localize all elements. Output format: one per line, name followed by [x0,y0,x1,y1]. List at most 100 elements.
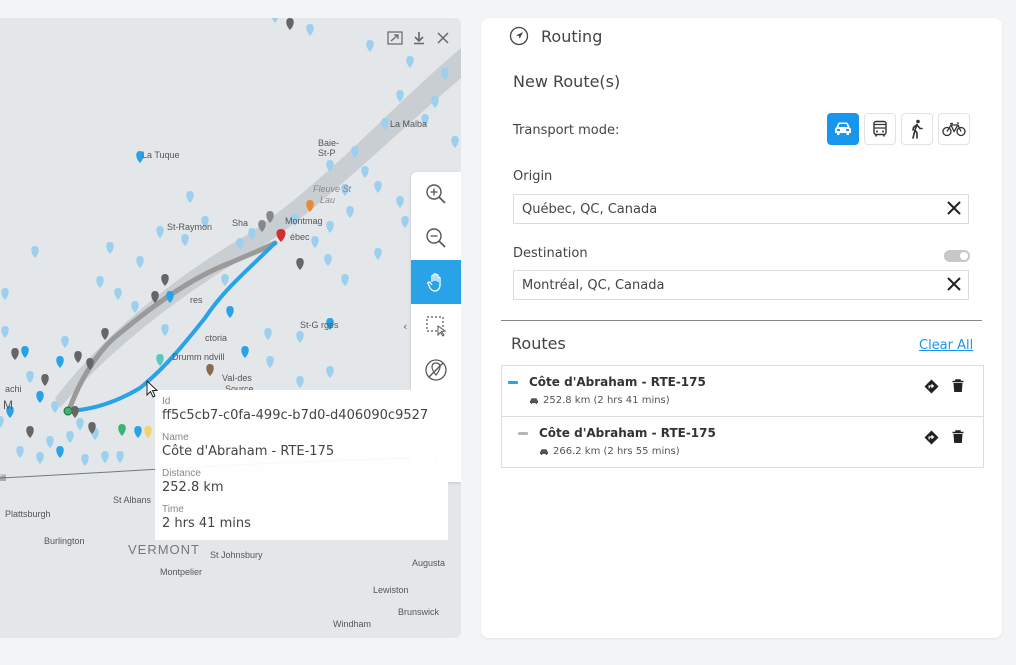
map-pin[interactable] [406,56,414,68]
map-pin[interactable] [326,221,334,233]
route-delete-button[interactable] [950,378,966,394]
map-pin[interactable] [74,351,82,363]
map-pin[interactable] [296,331,304,343]
origin-field[interactable]: Québec, QC, Canada [513,194,969,224]
map-pin[interactable] [161,324,169,336]
map-pin[interactable] [311,236,319,248]
map-pin[interactable] [326,366,334,378]
map-pin[interactable] [346,206,354,218]
pan-button[interactable] [411,260,461,304]
map-pin[interactable] [36,391,44,403]
map-pin[interactable] [26,426,34,438]
map-pin[interactable] [266,356,274,368]
map-pin[interactable] [118,424,126,436]
zoom-in-button[interactable] [411,172,461,216]
river-shape [55,48,461,408]
map-pin[interactable] [0,416,4,428]
route-delete-button[interactable] [950,429,966,445]
map-pin[interactable] [56,356,64,368]
map-pin[interactable] [221,274,229,286]
route-directions-button[interactable] [923,429,939,445]
route-item[interactable]: Côte d'Abraham - RTE-175 252.8 km (2 hrs… [502,366,983,417]
map-pin[interactable] [431,96,439,108]
map-pin[interactable] [16,446,24,458]
route-item[interactable]: Côte d'Abraham - RTE-175 266.2 km (2 hrs… [502,417,983,467]
map-pin[interactable] [241,346,249,358]
map-pin[interactable] [116,451,124,463]
expand-icon[interactable] [387,30,403,46]
map-pin[interactable] [114,288,122,300]
map-pin[interactable] [161,274,169,286]
map-pin[interactable] [396,90,404,102]
map-pin[interactable] [46,436,54,448]
map-pin[interactable] [51,401,59,413]
close-icon[interactable] [435,30,451,46]
map-pin[interactable] [136,256,144,268]
trash-icon [952,430,964,443]
map-pin[interactable] [306,24,314,36]
map-pin[interactable] [56,446,64,458]
map-pin[interactable] [296,258,304,270]
download-icon[interactable] [411,30,427,46]
route-color-indicator [508,381,518,384]
map-pin[interactable] [131,301,139,313]
map-pin[interactable] [76,418,84,430]
popup-id-label: Id [162,396,171,407]
map-pin[interactable] [134,426,142,438]
map-pin[interactable] [271,18,279,23]
map-pin[interactable] [374,248,382,260]
map-pin[interactable] [206,364,214,376]
map-pin[interactable] [1,326,9,338]
map-pin[interactable] [21,346,29,358]
map-pin[interactable] [451,136,459,148]
clear-destination-icon[interactable] [946,276,962,292]
map-pin[interactable] [361,166,369,178]
destination-field[interactable]: Montréal, QC, Canada [513,270,969,300]
map-pin[interactable] [324,254,332,266]
map-pin[interactable] [101,451,109,463]
route-list: Côte d'Abraham - RTE-175 252.8 km (2 hrs… [501,365,984,468]
map-pin[interactable] [144,426,152,438]
walk-mode-button[interactable] [901,113,933,145]
box-select-button[interactable] [411,304,461,348]
hide-location-button[interactable] [411,348,461,392]
map-pin[interactable] [374,181,382,193]
map-pin[interactable] [71,406,79,418]
map-pin[interactable] [36,452,44,464]
map-pin[interactable] [11,348,19,360]
clear-origin-icon[interactable] [946,200,962,216]
map-pin[interactable] [1,288,9,300]
destination-toggle[interactable] [944,250,970,262]
map-pin[interactable] [226,306,234,318]
map-pin[interactable] [156,226,164,238]
bus-mode-button[interactable] [864,113,896,145]
map-pin[interactable] [366,40,374,52]
map-pin[interactable] [101,328,109,340]
label-st-georges: St-G rges [300,320,339,330]
map-pin[interactable] [26,371,34,383]
label-windham: Windham [333,619,372,629]
car-mode-button[interactable] [827,113,859,145]
map-pin[interactable] [96,276,104,288]
map-pin[interactable] [396,196,404,208]
map-pin[interactable] [61,336,69,348]
bike-mode-button[interactable] [938,113,970,145]
map-pin[interactable] [181,234,189,246]
map-pin[interactable] [81,454,89,466]
zoom-out-button[interactable] [411,216,461,260]
map-pin[interactable] [296,376,304,388]
map-pin[interactable] [341,274,349,286]
map-pin[interactable] [401,216,409,228]
chevron-left-icon[interactable]: ‹ [403,320,407,333]
map-view[interactable]: La Tuque Baie- St-P La Malba Fleuve St L… [0,18,461,638]
map-pin[interactable] [156,354,164,366]
clear-all-link[interactable]: Clear All [919,338,973,353]
map-pin[interactable] [106,242,114,254]
map-pin[interactable] [186,191,194,203]
map-pin[interactable] [264,328,272,340]
map-pin[interactable] [31,246,39,258]
map-pin[interactable] [41,374,49,386]
route-directions-button[interactable] [923,378,939,394]
map-pin[interactable] [286,18,294,30]
map-pin[interactable] [66,431,74,443]
